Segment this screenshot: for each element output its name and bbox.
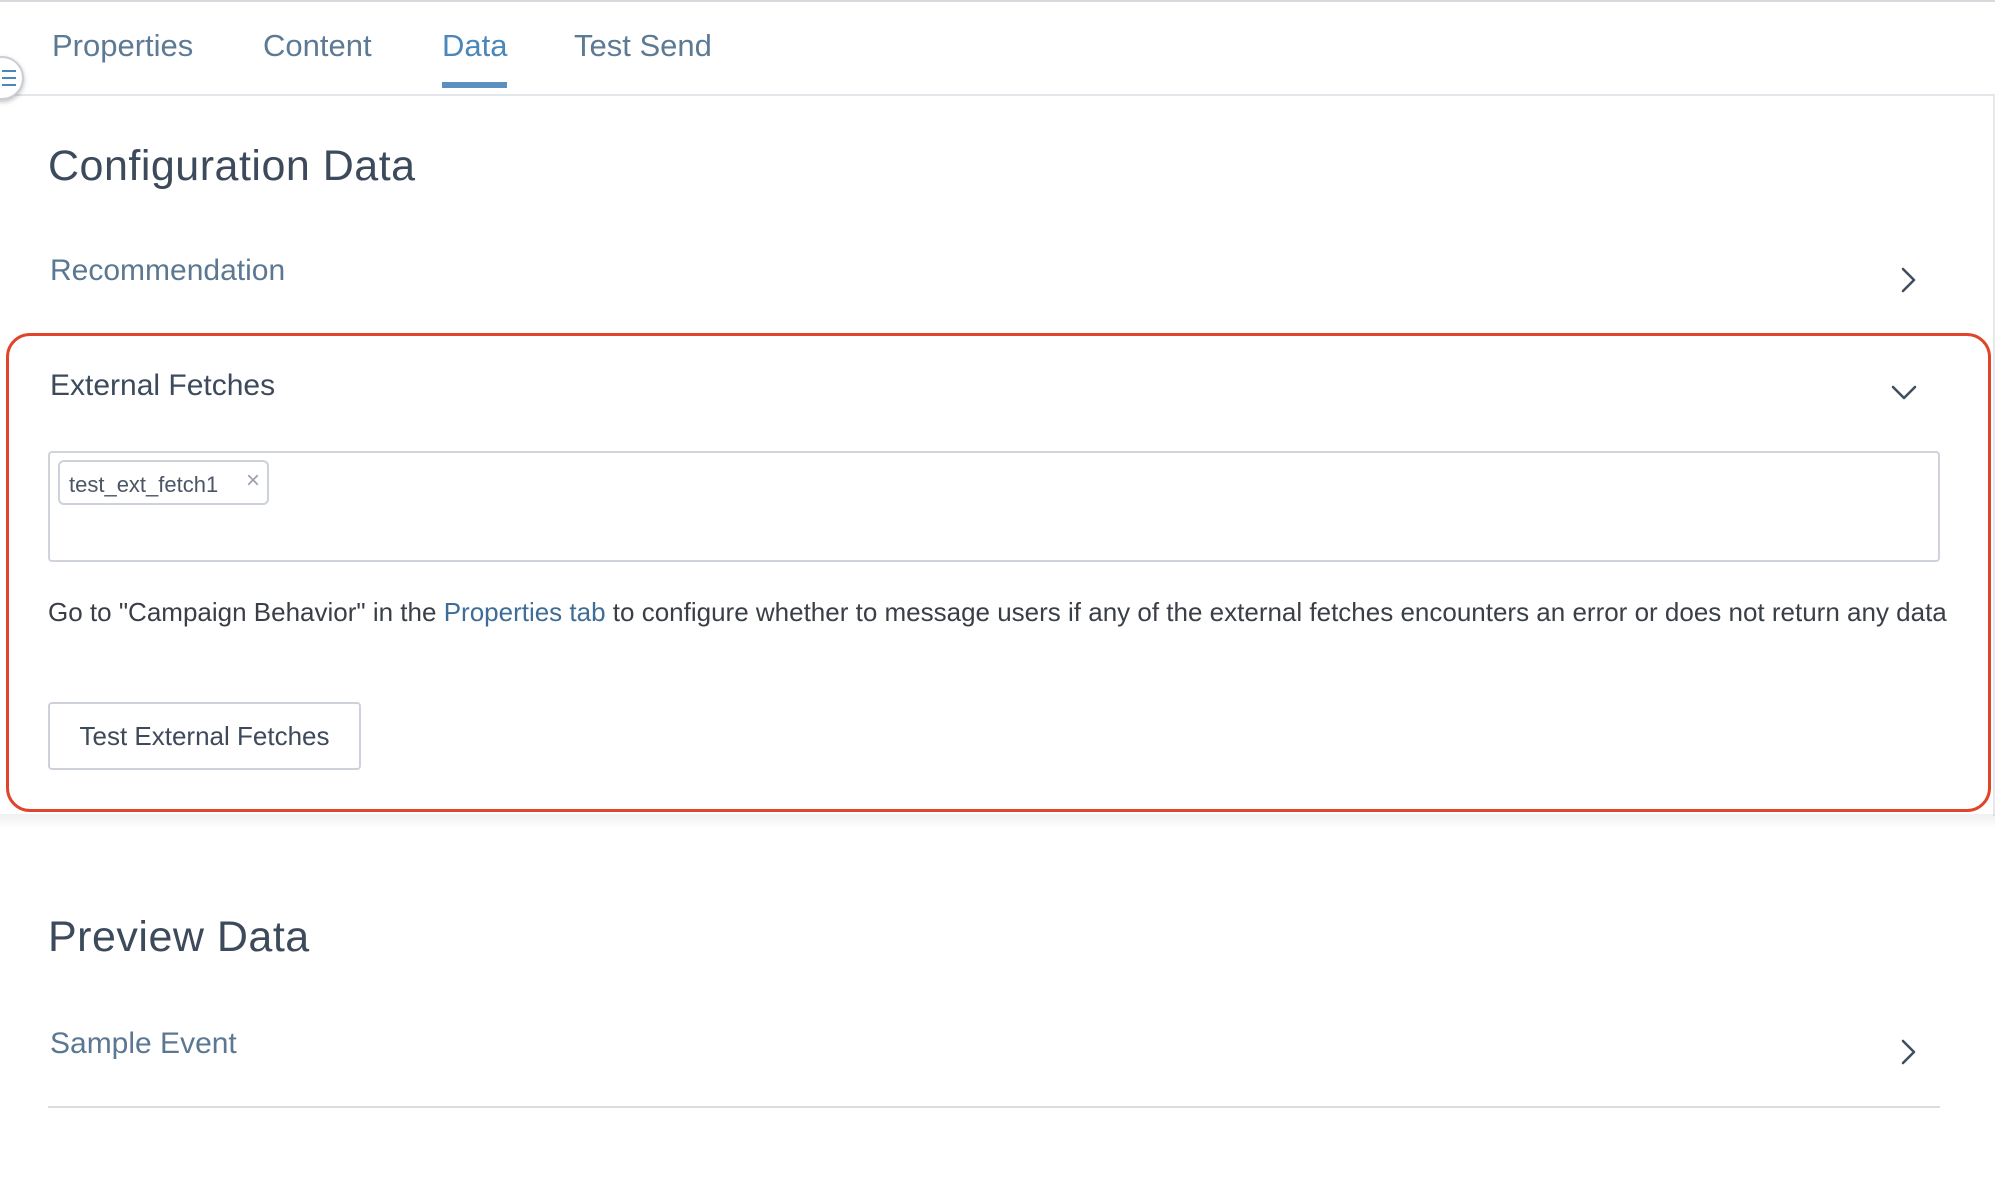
tab-bar: Properties Content Data Test Send [0,2,1995,96]
tag-label: test_ext_fetch1 [69,472,219,497]
close-icon[interactable]: × [246,467,260,495]
tab-data[interactable]: Data [442,28,508,88]
chevron-right-icon[interactable] [1894,1038,1922,1066]
help-text-suffix: to configure whether to message users if… [605,597,1947,627]
external-fetches-section-header[interactable]: External Fetches [50,369,275,403]
test-external-fetches-button[interactable]: Test External Fetches [48,702,361,770]
external-fetch-tag: test_ext_fetch1 × [58,460,269,505]
menu-icon [2,70,16,86]
chevron-down-icon[interactable] [1890,378,1918,406]
tab-test-send[interactable]: Test Send [574,28,712,82]
page: Properties Content Data Test Send Config… [0,0,1995,1188]
properties-tab-link[interactable]: Properties tab [444,597,606,627]
panel-shadow [0,814,1995,828]
preview-data-title: Preview Data [48,913,310,961]
divider [48,1106,1940,1108]
recommendation-section-header[interactable]: Recommendation [50,254,285,288]
sample-event-section-header[interactable]: Sample Event [50,1027,237,1061]
configuration-data-title: Configuration Data [48,142,416,190]
tab-properties[interactable]: Properties [52,28,193,82]
tab-content[interactable]: Content [263,28,372,82]
help-text-prefix: Go to "Campaign Behavior" in the [48,597,444,627]
chevron-right-icon[interactable] [1894,266,1922,294]
external-fetches-input[interactable]: test_ext_fetch1 × [48,451,1940,562]
external-fetches-help-text: Go to "Campaign Behavior" in the Propert… [48,592,1948,632]
